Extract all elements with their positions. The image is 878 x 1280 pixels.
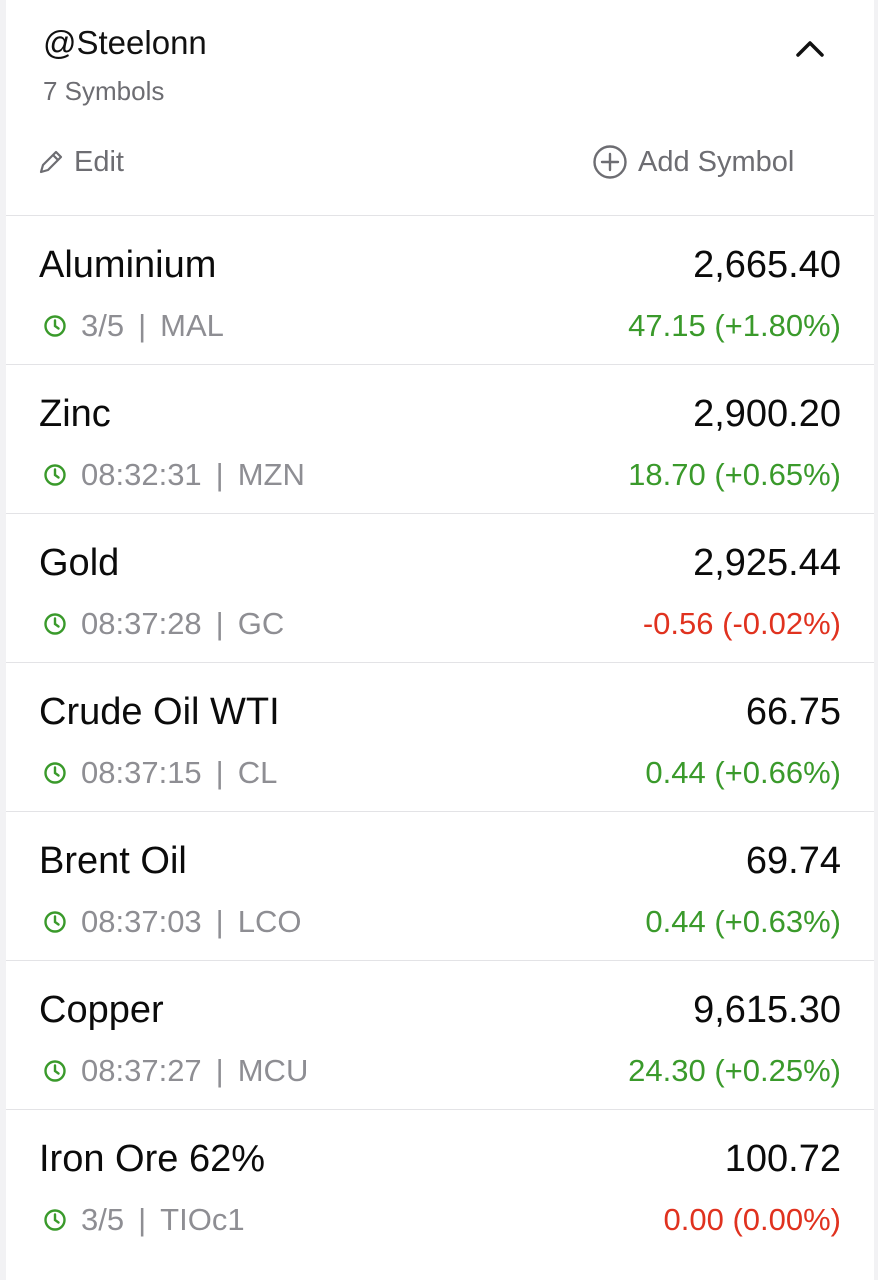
symbol-name: Iron Ore 62% [39, 1138, 265, 1180]
symbol-row-aluminium[interactable]: Aluminium 2,665.40 3/5 | MAL 47.15 (+1.80%… [6, 216, 874, 365]
ticker: GC [237, 606, 285, 641]
symbol-row-copper[interactable]: Copper 9,615.30 08:37:27 | MCU 24.30 (+0.2… [6, 961, 874, 1110]
edit-button[interactable]: Edit [36, 140, 124, 184]
symbol-row-gold[interactable]: Gold 2,925.44 08:37:28 | GC -0.56 (-0.02%) [6, 514, 874, 663]
symbol-meta: 08:37:27 | MCU [43, 1053, 308, 1089]
add-symbol-label: Add Symbol [638, 145, 795, 178]
meta-separator: | [215, 606, 224, 641]
symbol-price: 69.74 [745, 840, 841, 882]
symbol-name: Zinc [39, 393, 111, 435]
watchlist-header: @Steelonn 7 Symbols Edit Add Symbol [6, 0, 874, 216]
symbol-price: 2,900.20 [693, 393, 841, 435]
price-change: 24.30 (+0.25%) [628, 1053, 841, 1088]
pencil-icon [39, 150, 63, 174]
update-time: 08:37:28 [81, 606, 202, 641]
edit-label: Edit [74, 145, 124, 178]
clock-icon [44, 1060, 66, 1082]
price-change: 18.70 (+0.65%) [628, 457, 841, 492]
symbol-name: Crude Oil WTI [39, 691, 280, 733]
symbol-meta: 08:32:31 | MZN [43, 457, 305, 493]
symbol-meta: 08:37:28 | GC [43, 606, 284, 642]
update-time: 08:32:31 [81, 457, 202, 492]
symbol-list: Aluminium 2,665.40 3/5 | MAL 47.15 (+1.80%… [6, 216, 874, 1258]
clock-icon [44, 762, 66, 784]
symbol-name: Copper [39, 989, 164, 1031]
symbol-count: 7 Symbols [43, 76, 165, 106]
symbol-price: 100.72 [724, 1138, 841, 1180]
price-change: 47.15 (+1.80%) [628, 308, 841, 343]
symbol-meta: 08:37:15 | CL [43, 755, 277, 791]
symbol-row-brent-oil[interactable]: Brent Oil 69.74 08:37:03 | LCO 0.44 (+0.63… [6, 812, 874, 961]
ticker: MZN [237, 457, 305, 492]
ticker: LCO [237, 904, 302, 939]
price-change: -0.56 (-0.02%) [642, 606, 841, 641]
symbol-name: Aluminium [39, 244, 217, 286]
clock-icon [44, 911, 66, 933]
price-change: 0.44 (+0.66%) [645, 755, 841, 790]
update-time: 08:37:27 [81, 1053, 202, 1088]
clock-icon [44, 464, 66, 486]
symbol-row-zinc[interactable]: Zinc 2,900.20 08:32:31 | MZN 18.70 (+0.65%… [6, 365, 874, 514]
update-time: 3/5 [81, 1202, 125, 1237]
symbol-meta: 08:37:03 | LCO [43, 904, 301, 940]
clock-icon [44, 613, 66, 635]
clock-icon [44, 315, 66, 337]
price-change: 0.00 (0.00%) [663, 1202, 842, 1237]
symbol-price: 9,615.30 [693, 989, 841, 1031]
price-change: 0.44 (+0.63%) [645, 904, 841, 939]
meta-separator: | [215, 1053, 224, 1088]
symbol-meta: 3/5 | TIOc1 [43, 1202, 245, 1238]
meta-separator: | [215, 457, 224, 492]
update-time: 3/5 [81, 308, 125, 343]
ticker: MCU [237, 1053, 309, 1088]
chevron-up-icon [796, 41, 824, 57]
plus-circle-icon [593, 145, 627, 179]
symbol-row-iron-ore[interactable]: Iron Ore 62% 100.72 3/5 | TIOc1 0.00 (0.00… [6, 1110, 874, 1258]
symbol-price: 2,665.40 [693, 244, 841, 286]
meta-separator: | [215, 755, 224, 790]
ticker: TIOc1 [160, 1202, 245, 1237]
ticker: MAL [160, 308, 224, 343]
symbol-meta: 3/5 | MAL [43, 308, 224, 344]
watchlist-title: @Steelonn [43, 24, 207, 61]
symbol-price: 2,925.44 [693, 542, 841, 584]
symbol-price: 66.75 [745, 691, 841, 733]
update-time: 08:37:15 [81, 755, 202, 790]
clock-icon [44, 1209, 66, 1231]
meta-separator: | [138, 308, 147, 343]
symbol-name: Brent Oil [39, 840, 187, 882]
watchlist-card: @Steelonn 7 Symbols Edit Add Symbol Alum [6, 0, 874, 1280]
symbol-name: Gold [39, 542, 120, 584]
collapse-button[interactable] [788, 26, 832, 70]
update-time: 08:37:03 [81, 904, 202, 939]
meta-separator: | [215, 904, 224, 939]
add-symbol-button[interactable]: Add Symbol [592, 140, 794, 184]
meta-separator: | [138, 1202, 147, 1237]
ticker: CL [237, 755, 278, 790]
symbol-row-crude-oil-wti[interactable]: Crude Oil WTI 66.75 08:37:15 | CL 0.44 (+0… [6, 663, 874, 812]
